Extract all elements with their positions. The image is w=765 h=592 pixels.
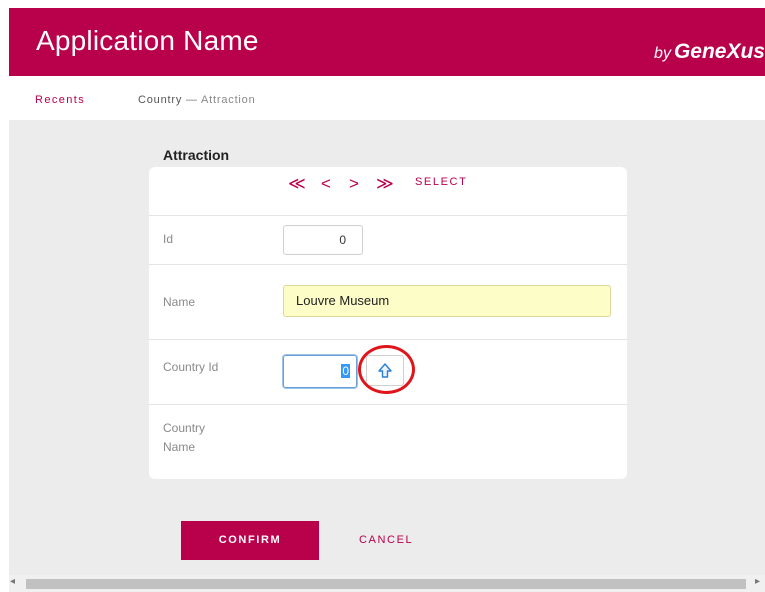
record-navigation: ≪ < > ≫ SELECT: [149, 167, 627, 216]
country-id-value: 0: [341, 364, 350, 378]
id-label: Id: [163, 232, 174, 246]
first-record-button[interactable]: ≪: [288, 174, 306, 194]
brand-name: GeneXus: [673, 40, 765, 63]
app-header: Application Name by GeneXus: [9, 8, 765, 76]
previous-record-button[interactable]: <: [321, 174, 331, 194]
country-prompt-button[interactable]: [366, 355, 404, 386]
field-row-country-name: Country Name: [149, 405, 627, 477]
breadcrumb-recents-link[interactable]: Recents: [35, 94, 85, 106]
app-title: Application Name: [36, 25, 259, 56]
scroll-left-icon[interactable]: ◂: [10, 576, 15, 587]
id-input[interactable]: 0: [283, 225, 363, 255]
confirm-button[interactable]: CONFIRM: [181, 521, 319, 560]
scroll-right-icon[interactable]: ▸: [755, 576, 760, 587]
country-id-input[interactable]: 0: [283, 355, 357, 388]
country-name-label-line2: Name: [163, 440, 196, 454]
up-arrow-icon: [378, 363, 392, 378]
cancel-button[interactable]: CANCEL: [359, 534, 413, 546]
last-record-button[interactable]: ≫: [376, 174, 394, 194]
horizontal-scrollbar[interactable]: ◂ ▸: [9, 575, 765, 592]
select-button[interactable]: SELECT: [415, 176, 467, 188]
country-name-label-line1: Country: [163, 421, 206, 435]
brand-logo: by GeneXus: [654, 40, 765, 64]
field-row-country-id: Country Id 0: [149, 340, 627, 405]
window-frame-left: [0, 0, 9, 592]
field-row-name: Name Louvre Museum: [149, 265, 627, 340]
next-record-button[interactable]: >: [349, 174, 359, 194]
brand-by: by: [654, 45, 671, 62]
form-title: Attraction: [163, 147, 230, 163]
attraction-form-card: ≪ < > ≫ SELECT Id 0 Name Louvre Museum C…: [149, 167, 627, 479]
breadcrumb-current: Country — Attraction: [138, 94, 256, 106]
breadcrumb: Recents Country — Attraction: [9, 76, 765, 120]
country-name-label: Country Name: [163, 419, 205, 457]
field-row-id: Id 0: [149, 216, 627, 265]
breadcrumb-attraction: Attraction: [201, 94, 256, 106]
name-input[interactable]: Louvre Museum: [283, 285, 611, 317]
breadcrumb-country: Country: [138, 94, 183, 106]
country-id-label: Country Id: [163, 360, 219, 374]
scrollbar-thumb[interactable]: [26, 579, 746, 589]
name-label: Name: [163, 295, 196, 309]
window-frame-top: [0, 0, 765, 8]
breadcrumb-separator: —: [185, 94, 198, 106]
